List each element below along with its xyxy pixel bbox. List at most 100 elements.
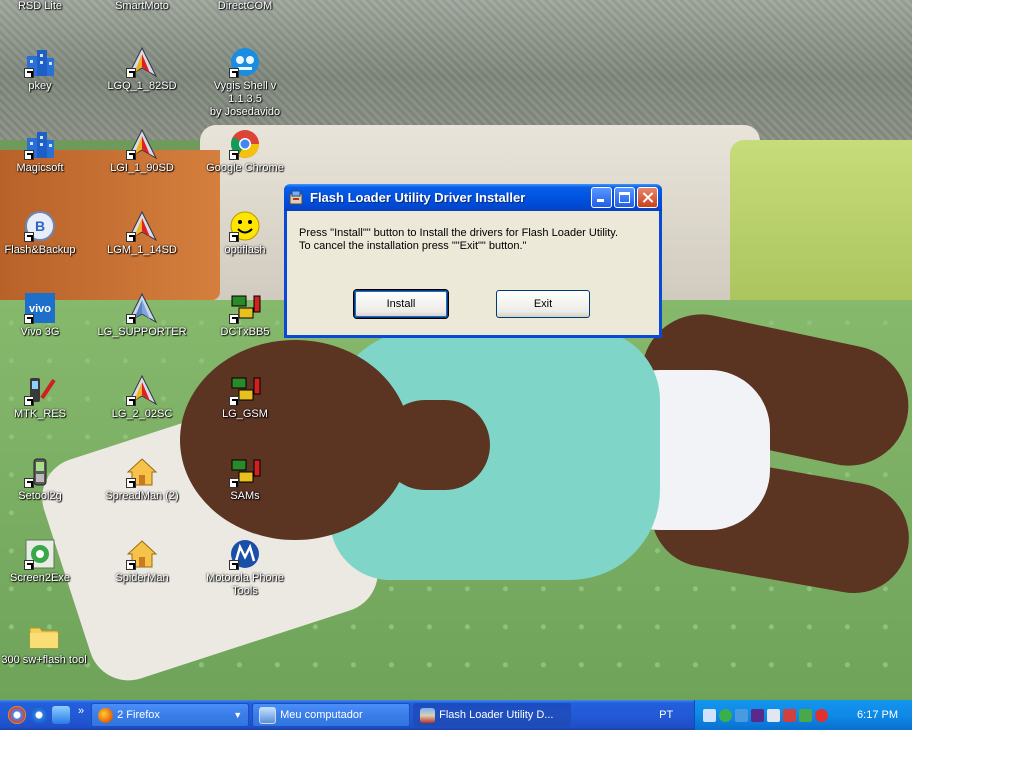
desktop-icon-mtk-res[interactable]: MTK_RES: [0, 374, 85, 421]
internet-explorer-icon[interactable]: [30, 706, 48, 724]
install-button[interactable]: Install: [354, 290, 448, 318]
desktop-icon-label: LG_SUPPORTER: [97, 326, 187, 338]
desktop-icon-spreadman[interactable]: SpreadMan (2): [97, 456, 187, 503]
desktop-icon-lg-2-02sc[interactable]: LG_2_02SC: [97, 374, 187, 421]
chrome-icon: [229, 128, 261, 160]
language-indicator[interactable]: PT: [659, 709, 685, 721]
installer-dialog[interactable]: Flash Loader Utility Driver Installer Pr…: [284, 184, 662, 338]
taskbar-button-meu-computador[interactable]: Meu computador: [252, 703, 411, 727]
shortcut-arrow-icon: [229, 396, 239, 406]
desktop-icon-motorola-phone-tools[interactable]: Motorola Phone Tools: [200, 538, 290, 598]
lg-tool-icon: [126, 46, 158, 78]
desktop-icon-screen2exe[interactable]: Screen2Exe: [0, 538, 85, 585]
maximize-icon: [619, 192, 630, 203]
shortcut-arrow-icon: [229, 314, 239, 324]
motorola-icon: [229, 538, 261, 570]
messenger-icon[interactable]: [735, 708, 748, 722]
desktop-icon-dctxbb5[interactable]: DCTxBB5: [200, 292, 290, 339]
shortcut-arrow-icon: [229, 68, 239, 78]
close-icon: [638, 188, 657, 207]
desktop-icon-vygis-shell[interactable]: Vygis Shell v 1.1.3.5 by Josedavido: [200, 46, 290, 119]
desktop-icon-google-chrome[interactable]: Google Chrome: [200, 128, 290, 175]
desktop-icon-sams[interactable]: SAMs: [200, 456, 290, 503]
show-desktop-icon[interactable]: [52, 706, 70, 724]
desktop-icon-label: pkey: [28, 80, 52, 92]
shortcut-arrow-icon: [229, 478, 239, 488]
system-tray: 6:17 PM: [694, 700, 912, 730]
desktop-icon-label: by Josedavido: [209, 106, 281, 118]
shortcut-arrow-icon: [229, 232, 239, 242]
update-icon[interactable]: [799, 708, 812, 722]
taskbar-button-label: 2 Firefox: [117, 709, 160, 721]
close-button[interactable]: [637, 187, 658, 208]
desktop-icon-label: Flash&Backup: [4, 244, 76, 256]
house-icon: [126, 456, 158, 488]
desktop-icon-pkey[interactable]: pkey: [0, 46, 85, 93]
desktop-icon-label: Motorola Phone: [206, 572, 284, 584]
maximize-button[interactable]: [614, 187, 635, 208]
desktop-icon-setool2g[interactable]: Setool2g: [0, 456, 85, 503]
desktop-icon-300-sw-flash-tool[interactable]: 300 sw+flash tool: [0, 620, 89, 667]
lg-tool-icon: [126, 374, 158, 406]
desktop-icon-magicsoft[interactable]: Magicsoft: [0, 128, 85, 175]
taskbar-button-firefox[interactable]: 2 Firefox ▼: [91, 703, 250, 727]
volume-icon[interactable]: [783, 708, 796, 722]
desktop-icon-label: Screen2Exe: [10, 572, 70, 584]
desktop-icon-optiflash[interactable]: optiflash: [200, 210, 290, 257]
flash-backup-icon: B: [24, 210, 56, 242]
desktop-icon-lgq[interactable]: LGQ_1_82SD: [97, 46, 187, 93]
desktop-icon-label: LGI_1_90SD: [110, 162, 174, 174]
desktop-icon-spiderman[interactable]: SpiderMan: [97, 538, 187, 585]
taskbar-button-label: Meu computador: [280, 709, 363, 721]
smiley-icon: [229, 210, 261, 242]
desktop-icon-lg-supporter[interactable]: LG_SUPPORTER: [97, 292, 187, 339]
quick-launch-chevron-icon[interactable]: »: [78, 705, 84, 717]
dialog-titlebar[interactable]: Flash Loader Utility Driver Installer: [284, 184, 662, 211]
network-phone-icon: [229, 456, 261, 488]
shortcut-arrow-icon: [126, 68, 136, 78]
desktop-icon-lgm[interactable]: LGM_1_14SD: [97, 210, 187, 257]
shortcut-arrow-icon: [126, 150, 136, 160]
chevron-down-icon: ▼: [233, 710, 243, 720]
chrome-icon[interactable]: [8, 706, 26, 724]
vivo-icon: vivo: [24, 292, 56, 324]
desktop-icon-label: SpiderMan: [115, 572, 169, 584]
desktop-icon-lgi[interactable]: LGI_1_90SD: [97, 128, 187, 175]
desktop-icon-flash-backup[interactable]: B Flash&Backup: [0, 210, 85, 257]
desktop[interactable]: RSD Lite SmartMoto DirectCOM pkey LGQ_1_…: [0, 0, 912, 700]
safely-remove-icon[interactable]: [767, 708, 780, 722]
network-phone-icon: [229, 292, 261, 324]
network-icon[interactable]: [703, 708, 716, 722]
desktop-icon-directcom[interactable]: DirectCOM: [200, 0, 290, 13]
desktop-icon-smartmoto[interactable]: SmartMoto: [97, 0, 187, 13]
desktop-icon-lg-gsm[interactable]: LG_GSM: [200, 374, 290, 421]
shortcut-arrow-icon: [24, 396, 34, 406]
clock[interactable]: 6:17 PM: [857, 709, 898, 721]
wallpaper-bumper-lime: [730, 140, 912, 320]
desktop-icon-vivo-3g[interactable]: vivo Vivo 3G: [0, 292, 85, 339]
shortcut-arrow-icon: [24, 314, 34, 324]
lg-supporter-icon: [126, 292, 158, 324]
wallpaper-head: [180, 340, 410, 540]
building-icon: [24, 128, 56, 160]
shortcut-arrow-icon: [24, 560, 34, 570]
utorrent-icon[interactable]: [719, 708, 732, 722]
desktop-icon-label: LG_2_02SC: [111, 408, 173, 420]
wallpaper-arm: [380, 400, 490, 490]
shortcut-arrow-icon: [126, 232, 136, 242]
taskbar-button-flash-loader[interactable]: Flash Loader Utility D...: [413, 703, 572, 727]
dialog-message-line: To cancel the installation press ""Exit"…: [299, 240, 527, 252]
desktop-icon-label: 300 sw+flash tool: [1, 654, 87, 666]
desktop-icon-label: Tools: [232, 585, 258, 597]
security-alert-icon[interactable]: [815, 708, 828, 722]
lg-tool-icon: [126, 128, 158, 160]
desktop-icon-label: SAMs: [230, 490, 260, 502]
desktop-icon-rsd-lite[interactable]: RSD Lite: [0, 0, 85, 13]
desktop-icon-label: LGM_1_14SD: [107, 244, 177, 256]
phone-pen-icon: [24, 374, 56, 406]
antivirus-icon[interactable]: [751, 708, 764, 722]
exit-button[interactable]: Exit: [496, 290, 590, 318]
minimize-button[interactable]: [591, 187, 612, 208]
shortcut-arrow-icon: [126, 560, 136, 570]
house-icon: [126, 538, 158, 570]
